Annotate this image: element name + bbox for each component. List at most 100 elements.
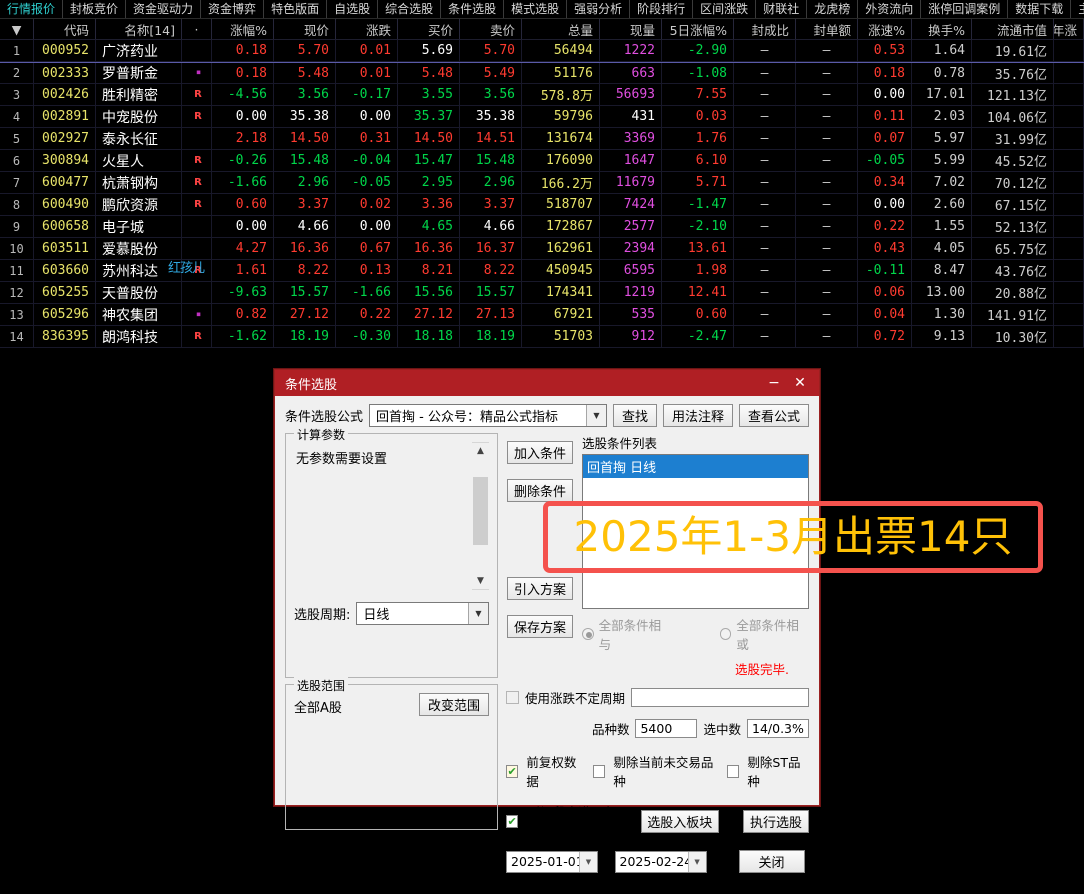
cell-volume: 59796 [522, 106, 600, 127]
table-row[interactable]: 2 002333 罗普斯金 ■ 0.18 5.48 0.01 5.48 5.49 51176 663… [0, 62, 1084, 84]
chevron-down-icon[interactable]: ▼ [585, 405, 606, 426]
close-icon[interactable]: ✕ [787, 375, 813, 391]
radio-all-and[interactable]: 全部条件相与 [582, 615, 671, 653]
menu-item-2[interactable]: 资金驱动力 [126, 0, 202, 18]
menu-item-0[interactable]: 行情报价 [0, 0, 64, 18]
param-scrollbar[interactable]: ▲ ▼ [472, 442, 489, 590]
scroll-down-icon[interactable]: ▼ [472, 573, 489, 589]
cell-speed: 0.34 [858, 172, 912, 193]
use-cycle-checkbox[interactable] [506, 691, 519, 704]
usage-note-button[interactable]: 用法注释 [662, 404, 733, 427]
dialog-title-bar[interactable]: 条件选股 − ✕ [275, 370, 819, 396]
chevron-down-icon[interactable]: ▼ [687, 851, 706, 872]
menu-item-13[interactable]: 龙虎榜 [807, 0, 859, 18]
add-condition-button[interactable]: 加入条件 [507, 441, 573, 464]
menu-item-8[interactable]: 模式选股 [504, 0, 568, 18]
chevron-down-icon[interactable]: ▼ [468, 603, 488, 624]
column-header-volume[interactable]: 总量 [522, 19, 600, 39]
change-scope-button[interactable]: 改变范围 [418, 693, 489, 716]
condition-listbox[interactable]: 回首掏 日线 [582, 454, 809, 609]
column-header-seal_amt[interactable]: 封单额 [796, 19, 858, 39]
table-row[interactable]: 1 000952 广济药业 0.18 5.70 0.01 5.69 5.70 56494 1222… [0, 40, 1084, 62]
formula-select[interactable]: 回首掏 - 公众号：精品公式指标 ▼ [369, 404, 607, 427]
table-row[interactable]: 14 836395 朗鸿科技 R -1.62 18.19 -0.30 18.18 18.19 51… [0, 326, 1084, 348]
column-header-chg5d[interactable]: 5日涨幅% [662, 19, 734, 39]
radio-all-or[interactable]: 全部条件相或 [719, 615, 809, 653]
add-to-block-button[interactable]: 选股入板块 [640, 809, 719, 833]
menu-item-11[interactable]: 区间涨跌 [693, 0, 757, 18]
close-button[interactable]: 关闭 [738, 850, 805, 873]
exclude-untraded-checkbox[interactable] [593, 764, 606, 778]
cell-turnover: 1.55 [912, 216, 972, 237]
column-header-cur_vol[interactable]: 现量 [600, 19, 662, 39]
param-box: 无参数需要设置 ▲ ▼ [294, 442, 489, 590]
menu-item-16[interactable]: 数据下载 [1008, 0, 1072, 18]
column-header-code[interactable]: 代码 [34, 19, 96, 39]
column-header-name[interactable]: 名称[14] [96, 19, 182, 39]
table-row[interactable]: 10 603511 爱慕股份 4.27 16.36 0.67 16.36 16.37 16296… [0, 238, 1084, 260]
column-header-year_chg[interactable]: 年涨 [1054, 19, 1084, 39]
scroll-track[interactable] [472, 459, 489, 573]
table-row[interactable]: 4 002891 中宠股份 R 0.00 35.38 0.00 35.37 35.38 59796… [0, 106, 1084, 128]
menu-item-10[interactable]: 阶段排行 [630, 0, 694, 18]
menu-item-9[interactable]: 强弱分析 [567, 0, 631, 18]
cell-mark [182, 282, 212, 303]
radio-and-icon[interactable] [582, 628, 594, 640]
execute-pick-button[interactable]: 执行选股 [742, 809, 809, 833]
table-row[interactable]: 8 600490 鹏欣资源 R 0.60 3.37 0.02 3.36 3.37 518707 74… [0, 194, 1084, 216]
forward-adjust-checkbox[interactable]: ✔ [506, 764, 519, 778]
column-header-bid[interactable]: 买价 [398, 19, 460, 39]
table-row[interactable]: 11 603660 苏州科达 R 1.61 8.22 0.13 8.21 8.22 450945 6… [0, 260, 1084, 282]
import-plan-button[interactable]: 引入方案 [507, 577, 573, 600]
menu-item-7[interactable]: 条件选股 [441, 0, 505, 18]
menu-item-1[interactable]: 封板竞价 [63, 0, 127, 18]
table-row[interactable]: 9 600658 电子城 0.00 4.66 0.00 4.65 4.66 172867 2577… [0, 216, 1084, 238]
table-row[interactable]: 6 300894 火星人 R -0.26 15.48 -0.04 15.47 15.48 1760… [0, 150, 1084, 172]
start-date-input[interactable]: 2025-01-01 ▼ [506, 850, 598, 873]
column-header-mark[interactable]: · [182, 19, 212, 39]
cell-speed: 0.72 [858, 326, 912, 347]
table-row[interactable]: 5 002927 泰永长征 2.18 14.50 0.31 14.50 14.51 131674… [0, 128, 1084, 150]
table-row[interactable]: 12 605255 天普股份 -9.63 15.57 -1.66 15.56 15.57 174… [0, 282, 1084, 304]
column-header-float_cap[interactable]: 流通市值 [972, 19, 1054, 39]
menu-item-5[interactable]: 自选股 [327, 0, 379, 18]
condition-list-item[interactable]: 回首掏 日线 [583, 455, 808, 478]
column-header-chg[interactable]: 涨跌 [336, 19, 398, 39]
column-header-sort[interactable]: ▼ [0, 19, 34, 39]
delete-condition-button[interactable]: 删除条件 [507, 479, 573, 502]
column-header-speed[interactable]: 涨速% [858, 19, 912, 39]
cell-bid: 16.36 [398, 238, 460, 259]
table-row[interactable]: 13 605296 神农集团 ■ 0.82 27.12 0.22 27.12 27.13 6792… [0, 304, 1084, 326]
cell-year_chg [1054, 150, 1084, 171]
column-header-turnover[interactable]: 换手% [912, 19, 972, 39]
save-plan-button[interactable]: 保存方案 [507, 615, 573, 638]
end-date-input[interactable]: 2025-02-24 ▼ [614, 850, 707, 873]
scroll-thumb[interactable] [473, 477, 488, 545]
exclude-st-checkbox[interactable] [727, 764, 740, 778]
menu-item-12[interactable]: 财联社 [756, 0, 808, 18]
column-header-ask[interactable]: 卖价 [460, 19, 522, 39]
scroll-up-icon[interactable]: ▲ [472, 443, 489, 459]
use-cycle-input[interactable] [631, 688, 809, 707]
menu-item-17[interactable]: 主站测 [1071, 0, 1084, 18]
cell-chg_pct: 0.18 [212, 63, 274, 83]
minimize-icon[interactable]: − [761, 375, 787, 391]
cell-seal_ratio: – [734, 282, 796, 303]
column-header-price[interactable]: 现价 [274, 19, 336, 39]
table-row[interactable]: 3 002426 胜利精密 R -4.56 3.56 -0.17 3.55 3.56 578.8万… [0, 84, 1084, 106]
view-formula-button[interactable]: 查看公式 [738, 404, 809, 427]
table-row[interactable]: 7 600477 杭萧钢构 R -1.66 2.96 -0.05 2.95 2.96 166.2万… [0, 172, 1084, 194]
find-button[interactable]: 查找 [612, 404, 657, 427]
time-range-checkbox[interactable]: ✔ [506, 814, 519, 828]
menu-item-14[interactable]: 外资流向 [858, 0, 922, 18]
menu-item-6[interactable]: 综合选股 [378, 0, 442, 18]
menu-item-3[interactable]: 资金博弈 [201, 0, 265, 18]
column-header-seal_ratio[interactable]: 封成比 [734, 19, 796, 39]
cycle-select[interactable]: 日线 ▼ [356, 602, 489, 625]
menu-item-15[interactable]: 涨停回调案例 [921, 0, 1009, 18]
cell-sort: 14 [0, 326, 34, 347]
menu-item-4[interactable]: 特色版面 [264, 0, 328, 18]
radio-or-icon[interactable] [719, 628, 732, 640]
chevron-down-icon[interactable]: ▼ [579, 851, 597, 872]
column-header-chg_pct[interactable]: 涨幅% [212, 19, 274, 39]
